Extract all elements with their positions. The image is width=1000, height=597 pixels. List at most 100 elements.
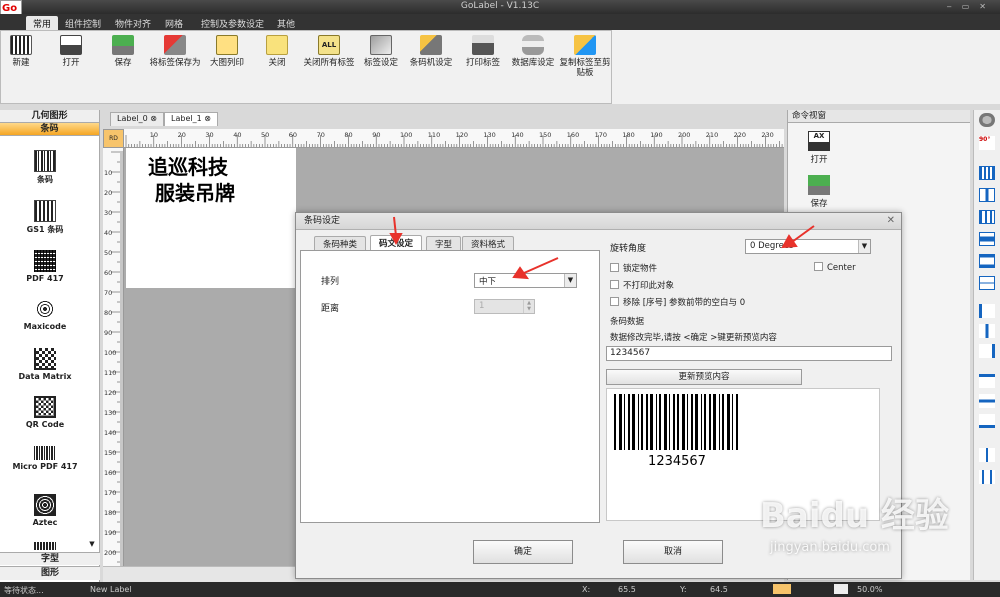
- tab-text-settings[interactable]: 码文设定: [370, 235, 423, 251]
- barcode-bar: [638, 394, 639, 450]
- ruler-label: 10: [150, 131, 158, 139]
- palette-font-header[interactable]: 字型: [0, 552, 100, 565]
- align-middle-icon[interactable]: [979, 232, 995, 246]
- palette-item-gs1[interactable]: GS1 条码: [0, 200, 90, 235]
- barcode-bar: [619, 394, 622, 450]
- palette-barcode-header[interactable]: 条码: [0, 123, 99, 136]
- refresh-preview-button[interactable]: 更新预览内容: [606, 369, 802, 385]
- printer-settings-button[interactable]: 条码机设定: [405, 33, 457, 68]
- align-spacing-icon[interactable]: [979, 210, 995, 224]
- checkbox-box[interactable]: [814, 262, 823, 271]
- menu-bar: 常用 组件控制 物件对齐 网格 控制及参数设定 其他: [0, 14, 1000, 30]
- barcode-bar: [632, 394, 635, 450]
- arrange-select[interactable]: 中下 ▼: [474, 273, 577, 288]
- palette-item-qrcode[interactable]: QR Code: [0, 396, 90, 429]
- checkbox-box[interactable]: [610, 297, 619, 306]
- align-right-icon[interactable]: [979, 344, 995, 358]
- menu-align[interactable]: 物件对齐: [108, 16, 158, 30]
- new-button[interactable]: 新建: [0, 33, 47, 68]
- palette-item-micropdf417[interactable]: Micro PDF 417: [0, 446, 90, 471]
- menu-other[interactable]: 其他: [270, 16, 302, 30]
- menu-params[interactable]: 控制及参数设定: [194, 16, 271, 30]
- open-button[interactable]: 打开: [45, 33, 97, 68]
- gear-icon[interactable]: [979, 113, 995, 127]
- cmd-save-button[interactable]: 保存: [794, 172, 844, 209]
- print-label-button[interactable]: 打印标签: [457, 33, 509, 68]
- palette-item-aztec[interactable]: Aztec: [0, 494, 90, 527]
- chevron-down-icon[interactable]: ▼: [858, 240, 870, 253]
- distance-stepper[interactable]: 1 ▲ ▼: [474, 299, 535, 314]
- label-text-object[interactable]: 追巡科技 服装吊牌: [148, 154, 235, 206]
- lock-object-checkbox[interactable]: 锁定物件: [610, 262, 657, 274]
- align-top-icon[interactable]: [979, 374, 995, 388]
- close-all-button[interactable]: ALL 关闭所有标签: [303, 33, 355, 68]
- palette-scroll-down[interactable]: ▼: [86, 540, 98, 550]
- barcode-bar: [701, 394, 702, 450]
- ok-button[interactable]: 确定: [473, 540, 573, 564]
- save-as-button[interactable]: 将标签保存为: [149, 33, 201, 68]
- rotation-select[interactable]: 0 Degrees ▼: [745, 239, 871, 254]
- ruler-label: 20: [104, 189, 112, 197]
- chevron-down-icon[interactable]: ▼: [564, 274, 576, 287]
- align-line-icon[interactable]: [979, 276, 995, 290]
- palette-item-datamatrix[interactable]: Data Matrix: [0, 348, 90, 381]
- zoom-level[interactable]: 50.0%: [857, 585, 882, 594]
- tab-data-format[interactable]: 资料格式: [462, 236, 515, 250]
- cmd-open-button[interactable]: AX 打开: [794, 128, 844, 165]
- grid-icon[interactable]: [773, 584, 791, 594]
- align-distribute-icon[interactable]: [979, 166, 995, 180]
- palette-geometry-header[interactable]: 几何图形: [0, 110, 99, 123]
- label-settings-button[interactable]: 标签设定: [355, 33, 407, 68]
- rotate-90-icon[interactable]: 90°: [979, 136, 995, 150]
- cancel-button[interactable]: 取消: [623, 540, 723, 564]
- align-vcenter-icon[interactable]: [979, 394, 995, 408]
- close-icon[interactable]: ⊗: [150, 114, 157, 123]
- distribute-h-icon[interactable]: [979, 448, 995, 462]
- label-surface[interactable]: 追巡科技 服装吊牌: [126, 148, 296, 288]
- database-button[interactable]: 数据库设定: [507, 33, 559, 68]
- status-y-value: 64.5: [710, 585, 728, 594]
- barcode-bars: [614, 394, 738, 450]
- print-large-button[interactable]: 大图列印: [201, 33, 253, 68]
- menu-grid[interactable]: 网格: [158, 16, 190, 30]
- save-icon: [112, 35, 134, 55]
- close-icon[interactable]: ✕: [887, 215, 895, 226]
- print-label-icon: [472, 35, 494, 55]
- page-icon[interactable]: [834, 584, 848, 594]
- barcode-bar: [641, 394, 643, 450]
- align-bottom-icon[interactable]: [979, 414, 995, 428]
- align-stretch-icon[interactable]: [979, 254, 995, 268]
- align-left-icon[interactable]: [979, 304, 995, 318]
- palette-item-barcode[interactable]: 条码: [0, 150, 90, 185]
- no-print-checkbox[interactable]: 不打印此对象: [610, 279, 674, 291]
- tab-label-0[interactable]: Label_0 ⊗: [110, 112, 164, 126]
- vertical-ruler-ticks: 10 20 30 40 50 60 70 80 90 100 110 120 130 140 150 160 1…: [104, 151, 123, 566]
- close-icon[interactable]: ⊗: [204, 114, 211, 123]
- tab-label-1[interactable]: Label_1 ⊗: [164, 112, 218, 126]
- menu-component[interactable]: 组件控制: [58, 16, 108, 30]
- center-checkbox[interactable]: Center: [814, 262, 856, 273]
- palette-item-pdf417[interactable]: PDF 417: [0, 250, 90, 283]
- tab-font[interactable]: 字型: [426, 236, 462, 250]
- barcode-data-input[interactable]: 1234567: [606, 346, 892, 361]
- open-icon: [60, 35, 82, 55]
- checkbox-box[interactable]: [610, 280, 619, 289]
- align-center-h-icon[interactable]: [979, 188, 995, 202]
- palette-graphic-header[interactable]: 图形: [0, 566, 100, 580]
- checkbox-box[interactable]: [610, 263, 619, 272]
- menu-home[interactable]: 常用: [26, 16, 59, 30]
- close-button[interactable]: 关闭: [251, 33, 303, 68]
- copy-label-button[interactable]: 复制标签至剪贴板: [559, 33, 611, 78]
- align-center-icon[interactable]: [979, 324, 995, 338]
- palette-item-maxicode[interactable]: Maxicode: [0, 298, 90, 331]
- ruler-unit-toggle[interactable]: RD: [103, 129, 124, 148]
- spin-arrows-icon[interactable]: ▲ ▼: [523, 300, 534, 313]
- status-y-label: Y:: [680, 585, 687, 594]
- tab-barcode-type[interactable]: 条码种类: [314, 236, 367, 250]
- barcode-bar: [669, 394, 670, 450]
- save-button[interactable]: 保存: [97, 33, 149, 68]
- window-controls[interactable]: ‒▭✕: [947, 2, 996, 11]
- palette-item-more[interactable]: [0, 542, 90, 552]
- distribute-v-icon[interactable]: [979, 470, 995, 484]
- remove-blank-checkbox[interactable]: 移除 [序号] 参数前带的空白与 0: [610, 296, 745, 308]
